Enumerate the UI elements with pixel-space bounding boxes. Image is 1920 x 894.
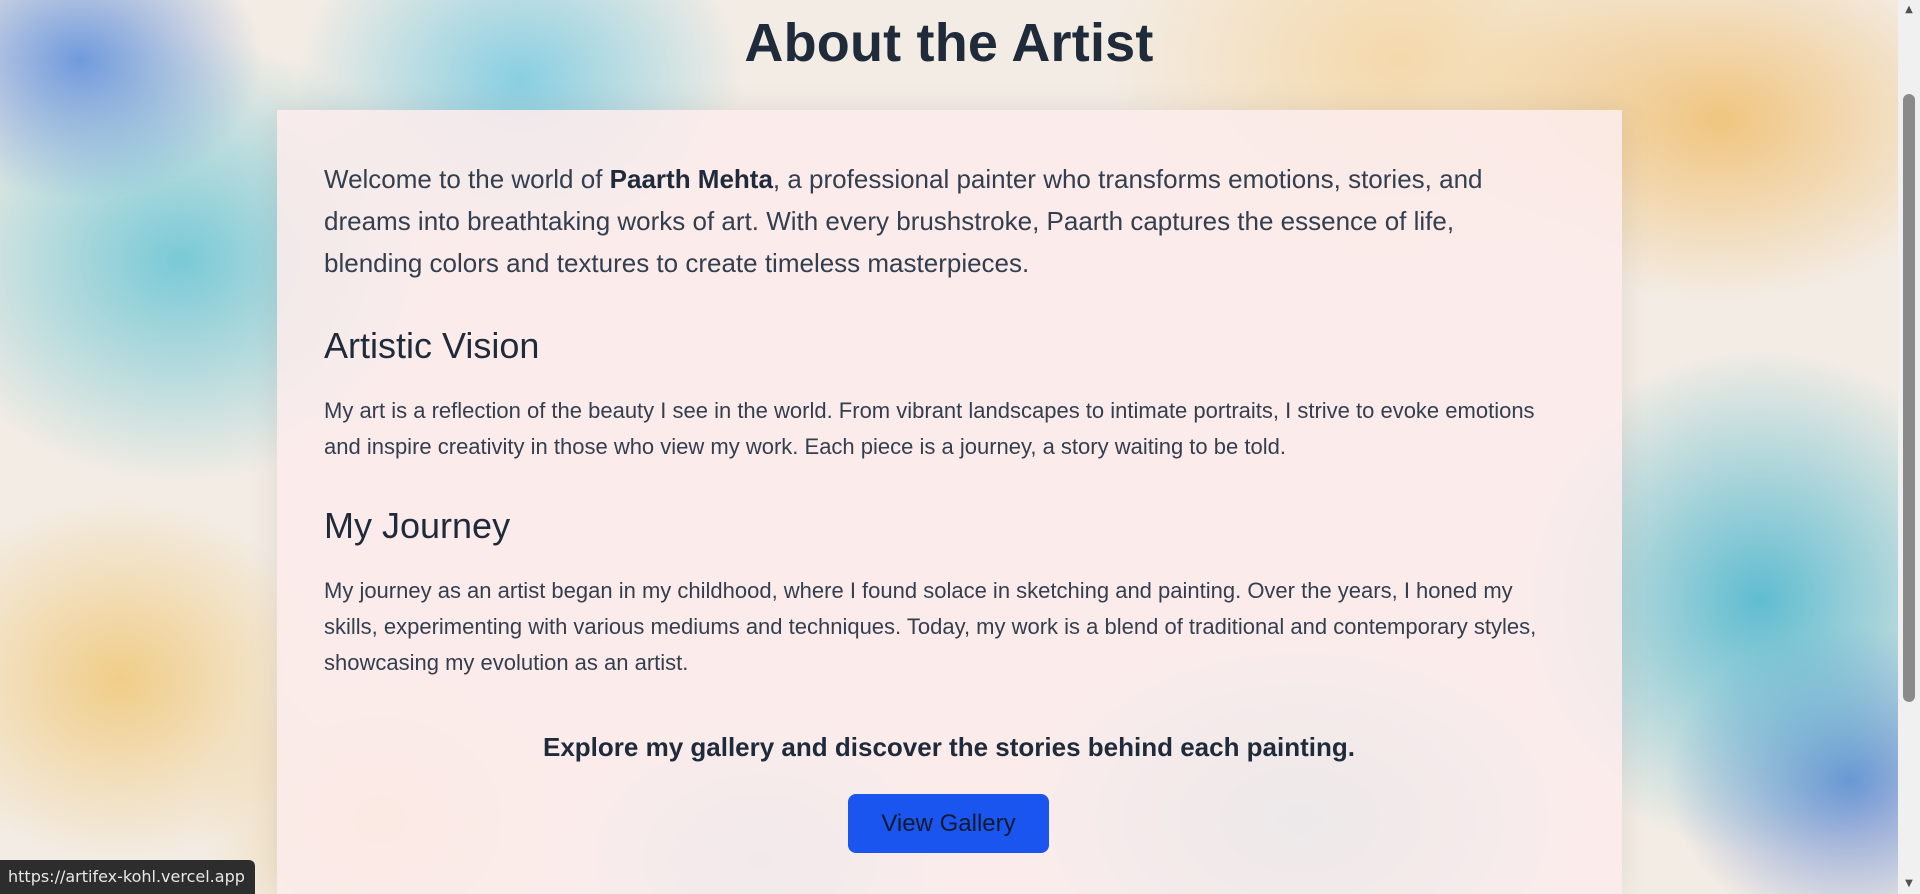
artistic-vision-text: My art is a reflection of the beauty I s… [324, 398, 1535, 459]
page-title: About the Artist [744, 13, 1154, 73]
page: About the Artist Welcome to the world of… [0, 0, 1920, 894]
scroll-down-arrow-icon[interactable]: ▼ [1898, 874, 1920, 894]
artist-name: Paarth Mehta [609, 164, 773, 194]
intro-paragraph: Welcome to the world of Paarth Mehta, a … [324, 158, 1554, 284]
intro-prefix: Welcome to the world of [324, 164, 610, 194]
gallery-cta-text: Explore my gallery and discover the stor… [542, 732, 1355, 762]
status-bar-url: https://artifex-kohl.vercel.app [0, 860, 255, 894]
artistic-vision-heading: Artistic Vision [324, 325, 540, 366]
scrollbar-thumb[interactable] [1903, 94, 1915, 702]
my-journey-heading: My Journey [324, 505, 511, 546]
view-gallery-button[interactable]: View Gallery [848, 794, 1049, 853]
scroll-up-arrow-icon[interactable]: ▲ [1898, 0, 1920, 20]
vertical-scrollbar[interactable]: ▲ ▼ [1898, 0, 1920, 894]
my-journey-text: My journey as an artist began in my chil… [324, 578, 1537, 675]
